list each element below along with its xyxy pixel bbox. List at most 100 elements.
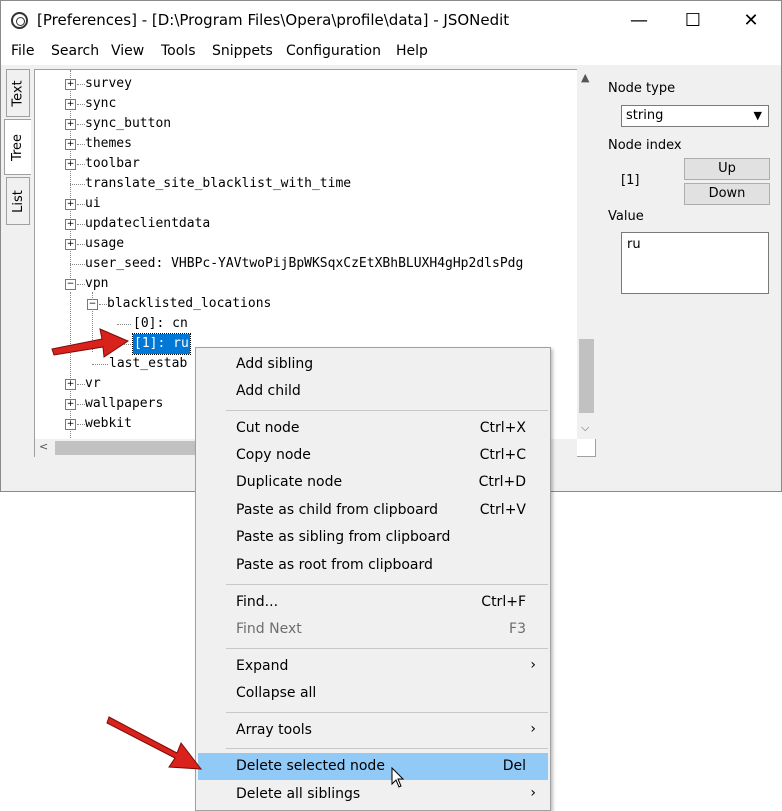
node-label: toolbar (85, 156, 140, 171)
node-type-value: string (626, 108, 664, 123)
menu-help[interactable]: Help (396, 43, 428, 59)
menu-shortcut: Ctrl+X (479, 420, 526, 436)
move-down-button[interactable]: Down (684, 183, 770, 205)
menu-find[interactable]: Find... Ctrl+F (198, 589, 548, 616)
menu-paste-as-root[interactable]: Paste as root from clipboard (198, 552, 548, 579)
menu-item-label: Array tools (236, 722, 312, 738)
menu-item-label: Paste as child from clipboard (236, 502, 439, 518)
maximize-button[interactable]: ☐ (665, 1, 721, 40)
menu-item-label: Find Next (236, 621, 302, 637)
menu-item-label: Duplicate node (236, 474, 343, 490)
menu-shortcut: Del (502, 758, 526, 774)
expand-icon[interactable]: + (65, 219, 76, 230)
menu-separator (226, 410, 548, 411)
node-type-select[interactable]: string ▼ (621, 105, 769, 127)
tab-list-label: List (10, 189, 26, 213)
menu-item-label: Paste as sibling from clipboard (236, 529, 451, 545)
scroll-down-icon[interactable]: ⌵ (581, 421, 589, 435)
value-editor[interactable]: ru (621, 232, 769, 294)
menu-configuration[interactable]: Configuration (286, 43, 381, 59)
menu-array-tools[interactable]: Array tools › (198, 717, 548, 744)
expand-icon[interactable]: + (65, 139, 76, 150)
menu-search[interactable]: Search (51, 43, 99, 59)
menu-snippets[interactable]: Snippets (212, 43, 273, 59)
collapse-icon[interactable]: − (87, 299, 98, 310)
tree-connector (77, 284, 85, 285)
tab-tree[interactable]: Tree (4, 119, 31, 175)
menu-file[interactable]: File (11, 43, 34, 59)
menu-bar: File Search View Tools Snippets Configur… (1, 40, 781, 65)
title-bar: [Preferences] - [D:\Program Files\Opera\… (1, 1, 781, 40)
menu-delete-selected-node[interactable]: Delete selected node Del (198, 753, 548, 780)
tree-vertical-scrollbar[interactable]: ▲ ⌵ (577, 69, 596, 439)
node-label: sync (85, 96, 117, 111)
menu-paste-as-child[interactable]: Paste as child from clipboard Ctrl+V (198, 497, 548, 524)
node-label: webkit (85, 416, 132, 431)
menu-add-child[interactable]: Add child (198, 378, 548, 405)
tab-tree-label: Tree (10, 133, 26, 161)
scroll-up-icon[interactable]: ▲ (581, 71, 589, 84)
expand-icon[interactable]: + (65, 399, 76, 410)
expand-icon[interactable]: + (65, 79, 76, 90)
mouse-cursor-icon (391, 767, 405, 788)
menu-item-label: Cut node (236, 420, 300, 436)
menu-separator (226, 648, 548, 649)
menu-tools[interactable]: Tools (161, 43, 196, 59)
menu-shortcut: Ctrl+F (481, 594, 526, 610)
tree-connector (77, 164, 85, 165)
tree-connector (77, 144, 85, 145)
menu-copy-node[interactable]: Copy node Ctrl+C (198, 442, 548, 469)
expand-icon[interactable]: + (65, 119, 76, 130)
node-index-label: Node index (608, 138, 682, 153)
menu-view[interactable]: View (111, 43, 144, 59)
tree-connector (77, 384, 85, 385)
tab-text-label: Text (10, 79, 26, 107)
annotation-arrow-icon (51, 328, 130, 358)
dropdown-arrow-icon[interactable]: ▼ (754, 109, 762, 122)
node-properties-panel: Node type string ▼ Node index [1] Up Dow… (599, 69, 780, 457)
expand-icon[interactable]: + (65, 239, 76, 250)
context-menu: Add sibling Add child Cut node Ctrl+X Co… (195, 347, 551, 811)
node-label: blacklisted_locations (107, 296, 272, 311)
close-button[interactable]: ✕ (723, 1, 779, 40)
node-label: translate_site_blacklist_with_time (85, 176, 352, 191)
menu-find-next: Find Next F3 (198, 616, 548, 643)
scroll-left-icon[interactable]: < (39, 440, 48, 453)
menu-collapse-all[interactable]: Collapse all (198, 680, 548, 707)
menu-item-label: Copy node (236, 447, 311, 463)
expand-icon[interactable]: + (65, 159, 76, 170)
submenu-chevron-icon: › (530, 785, 536, 801)
tree-connector (77, 124, 85, 125)
scrollbar-thumb[interactable] (579, 339, 594, 413)
menu-expand[interactable]: Expand › (198, 653, 548, 680)
menu-item-label: Delete selected node (236, 758, 385, 774)
menu-cut-node[interactable]: Cut node Ctrl+X (198, 415, 548, 442)
menu-paste-as-sibling[interactable]: Paste as sibling from clipboard (198, 524, 548, 551)
minimize-button[interactable]: — (611, 1, 667, 40)
expand-icon[interactable]: + (65, 419, 76, 430)
menu-add-sibling[interactable]: Add sibling (198, 351, 548, 378)
tree-connector (77, 204, 85, 205)
menu-separator (226, 712, 548, 713)
menu-item-label: Paste as root from clipboard (236, 557, 433, 573)
expand-icon[interactable]: + (65, 379, 76, 390)
collapse-icon[interactable]: − (65, 279, 76, 290)
tree-connector (77, 404, 85, 405)
tree-connector (77, 104, 85, 105)
menu-shortcut: Ctrl+C (479, 447, 526, 463)
node-type-label: Node type (608, 81, 676, 96)
menu-duplicate-node[interactable]: Duplicate node Ctrl+D (198, 469, 548, 496)
node-label: wallpapers (85, 396, 164, 411)
move-up-button[interactable]: Up (684, 158, 770, 180)
node-label: user_seed: VHBPc-YAVtwoPijBpWKSqxCzEtXBh… (85, 256, 524, 271)
expand-icon[interactable]: + (65, 99, 76, 110)
menu-delete-all-siblings[interactable]: Delete all siblings › (198, 781, 548, 808)
node-label: [0]: cn (133, 316, 188, 331)
tab-text[interactable]: Text (6, 69, 30, 117)
menu-shortcut: Ctrl+D (478, 474, 526, 490)
tab-list[interactable]: List (6, 177, 30, 225)
expand-icon[interactable]: + (65, 199, 76, 210)
opera-app-icon (11, 12, 28, 29)
submenu-chevron-icon: › (530, 721, 536, 737)
node-label: themes (85, 136, 132, 151)
